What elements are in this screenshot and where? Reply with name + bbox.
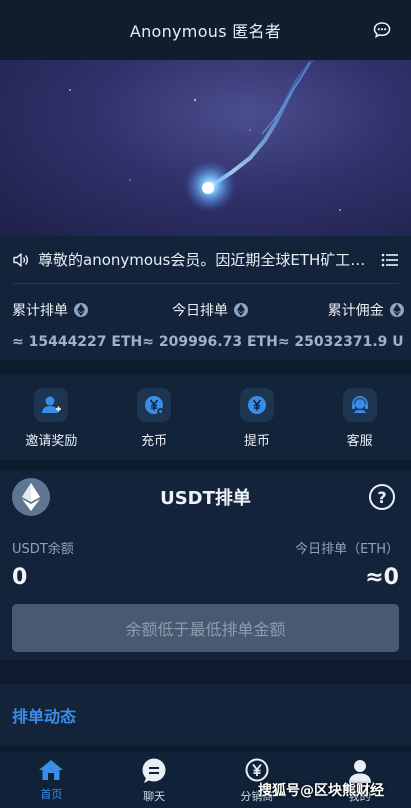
banner-image[interactable] bbox=[0, 60, 411, 236]
stats-row: 累计排单 ≈ 15444227 ETH 今日排单 ≈ 209996.73 ETH… bbox=[12, 284, 404, 360]
today-orders-value: ≈0 bbox=[365, 565, 399, 590]
stat-value: ≈ 209996.73 ETH bbox=[142, 334, 278, 350]
action-support[interactable]: 客服 bbox=[320, 387, 400, 449]
usdt-balance-value: 0 bbox=[12, 565, 28, 590]
stat-value: ≈ 15444227 ETH bbox=[12, 334, 143, 350]
page-title: Anonymous 匿名者 bbox=[129, 22, 282, 41]
tab-chat[interactable]: 聊天 bbox=[114, 752, 194, 808]
ethereum-logo-icon bbox=[12, 478, 50, 516]
user-plus-icon bbox=[34, 387, 69, 422]
place-order-button[interactable]: 余额低于最低排单金额 bbox=[12, 604, 399, 652]
stat-total-orders: 累计排单 ≈ 15444227 ETH bbox=[12, 300, 142, 350]
action-deposit[interactable]: 充币 bbox=[114, 387, 194, 449]
announcement-card: 尊敬的anonymous会员。因近期全球ETH矿工数量大幅增加 累计排单 ≈ 1… bbox=[0, 236, 411, 360]
speaker-icon bbox=[13, 252, 29, 267]
watermark-text: 搜狐号@区块熊财经 bbox=[258, 783, 384, 799]
eth-icon bbox=[234, 303, 249, 317]
help-icon[interactable]: ? bbox=[369, 484, 395, 510]
stat-total-commission: 累计佣金 ≈ 25032371.9 U bbox=[278, 300, 404, 350]
home-icon bbox=[39, 760, 64, 780]
action-invite[interactable]: 邀请奖励 bbox=[11, 387, 91, 449]
app-header: Anonymous 匿名者 bbox=[0, 0, 411, 60]
stat-today-orders: 今日排单 ≈ 209996.73 ETH bbox=[142, 300, 278, 350]
stat-label: 今日排单 bbox=[172, 303, 229, 319]
stat-value: ≈ 25032371.9 U bbox=[277, 334, 404, 350]
list-menu-icon[interactable] bbox=[381, 252, 399, 268]
yen-deposit-icon bbox=[137, 387, 172, 422]
usdt-order-title: USDT排单 bbox=[160, 488, 251, 509]
action-label: 邀请奖励 bbox=[25, 433, 78, 449]
action-withdraw[interactable]: 提币 bbox=[217, 387, 297, 449]
quick-actions: 邀请奖励 充币 提币 客服 bbox=[0, 374, 411, 460]
usdt-balance-label: USDT余额 bbox=[12, 542, 74, 557]
order-activity-title[interactable]: 排单动态 bbox=[12, 703, 76, 727]
stat-label: 累计排单 bbox=[12, 303, 68, 319]
action-label: 充币 bbox=[141, 433, 168, 449]
chat-bubble-icon[interactable] bbox=[373, 21, 391, 39]
tab-home[interactable]: 首页 bbox=[11, 752, 91, 808]
eth-icon bbox=[74, 303, 88, 317]
stat-label: 累计佣金 bbox=[327, 303, 384, 319]
announcement-bar[interactable]: 尊敬的anonymous会员。因近期全球ETH矿工数量大幅增加 bbox=[12, 236, 399, 284]
tab-label: 聊天 bbox=[143, 790, 166, 803]
usdt-order-card: USDT排单 ? USDT余额 今日排单（ETH） 0 ≈0 余额低于最低排单金… bbox=[0, 470, 411, 660]
yen-withdraw-icon bbox=[239, 387, 274, 422]
tab-label: 首页 bbox=[40, 788, 63, 801]
eth-icon bbox=[389, 303, 404, 317]
order-activity-section: 排单动态 bbox=[0, 684, 411, 746]
chat-icon bbox=[142, 758, 166, 783]
headset-icon bbox=[342, 387, 377, 422]
announcement-text[interactable]: 尊敬的anonymous会员。因近期全球ETH矿工数量大幅增加 bbox=[38, 249, 373, 270]
meteor-illustration bbox=[69, 60, 341, 212]
action-label: 客服 bbox=[346, 433, 373, 449]
action-label: 提币 bbox=[243, 433, 270, 449]
today-orders-label: 今日排单（ETH） bbox=[295, 542, 399, 557]
